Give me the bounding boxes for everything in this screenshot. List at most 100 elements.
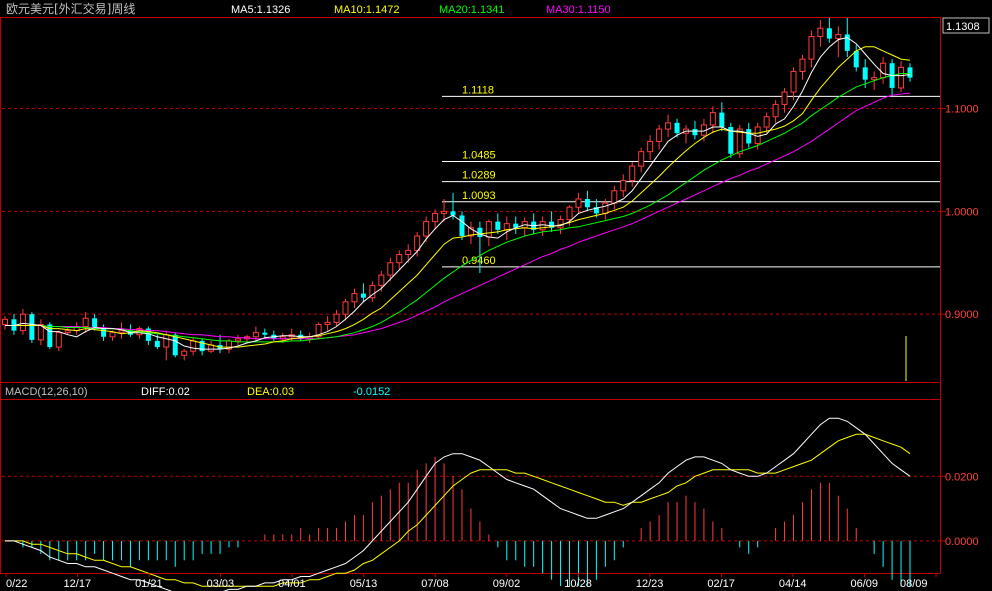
candle-body-up [808, 36, 815, 60]
candle-body-up [539, 221, 546, 231]
candle-body-up [629, 165, 636, 181]
ma20-label: MA20:1.1341 [439, 4, 504, 16]
candle-body-up [118, 330, 125, 334]
ma30-label: MA30:1.1150 [546, 4, 611, 16]
candle-body-down [172, 334, 178, 356]
candle-body-down [495, 221, 501, 230]
candle-body-up [234, 338, 241, 342]
x-tick-label: 09/02 [493, 578, 521, 590]
candle-body-up [333, 313, 340, 323]
candle-body-up [324, 321, 331, 325]
candle-body-up [252, 332, 259, 338]
candle-body-up [2, 318, 8, 325]
macd-tick-label: 0.0000 [945, 536, 979, 548]
ma30-line [5, 92, 911, 340]
candle-body-up [602, 202, 609, 214]
price-tick-label: 1.0000 [945, 206, 979, 218]
chart-title: 欧元美元[外汇交易]周线 [6, 1, 135, 16]
candle-body-up [835, 33, 842, 40]
candle-body-up [378, 274, 385, 286]
ma5-label: MA5:1.1326 [231, 4, 290, 16]
candle-body-up [620, 179, 627, 192]
candle-body-up [665, 122, 672, 130]
ma10-label: MA10:1.1472 [334, 4, 399, 16]
macd-dea-line [5, 433, 911, 587]
macd-tick-label: 0.0200 [945, 471, 979, 483]
candle-body-down [360, 293, 366, 298]
candle-body-up [709, 112, 716, 126]
candle-body-up [575, 198, 582, 208]
candle-body-up [503, 223, 510, 231]
candle-body-down [674, 122, 680, 134]
candle-body-up [763, 116, 770, 128]
level-label: 1.1118 [462, 84, 494, 96]
macd-label: MACD(12,26,10) [5, 386, 88, 398]
candle-body-up [19, 313, 26, 332]
x-tick-label: 04/14 [779, 578, 807, 590]
x-tick-label: 12/17 [64, 578, 92, 590]
candle-body-up [790, 70, 797, 93]
candle-body-down [853, 50, 859, 68]
candle-body-up [441, 210, 448, 214]
candle-body-down [692, 129, 698, 136]
candle-body-up [82, 317, 89, 327]
candle-body-down [826, 28, 832, 39]
level-label: 1.0093 [462, 190, 496, 202]
x-tick-label: 08/09 [900, 578, 928, 590]
ma10-line [5, 46, 911, 348]
x-tick-label: 06/09 [850, 578, 878, 590]
x-tick-label: 04/01 [278, 578, 306, 590]
candle-body-up [423, 221, 430, 237]
x-tick-label: 12/23 [636, 578, 664, 590]
candle-body-down [450, 211, 456, 216]
candle-body-up [351, 293, 358, 303]
candle-body-up [799, 58, 806, 72]
candle-body-down [907, 67, 913, 78]
candle-body-up [647, 140, 654, 153]
price-tick-label: 0.9000 [945, 309, 979, 321]
dea-label: DEA:0.03 [247, 386, 294, 398]
candle-body-up [566, 206, 573, 221]
candle-body-down [862, 67, 868, 80]
candle-body-up [656, 128, 663, 142]
candle-body-up [817, 27, 824, 38]
candle-body-up [64, 330, 71, 334]
candle-body-up [880, 62, 887, 79]
candle-body-down [844, 34, 850, 51]
price-tick-label: 1.1000 [945, 103, 979, 115]
macd-diff-line [5, 417, 911, 591]
candle-body-up [55, 332, 62, 348]
candle-body-down [101, 328, 107, 337]
x-tick-label: 10/28 [564, 578, 592, 590]
candle-body-up [485, 221, 492, 238]
x-tick-label: 0/22 [6, 578, 27, 590]
candle-body-down [719, 112, 725, 128]
chart-frame [0, 17, 941, 574]
diff-label: DIFF:0.02 [141, 386, 190, 398]
candle-body-up [387, 262, 394, 276]
candle-body-up [898, 66, 905, 89]
candle-body-up [342, 301, 349, 315]
candle-body-up [432, 212, 439, 223]
x-tick-label: 05/13 [350, 578, 378, 590]
candle-body-up [638, 151, 645, 167]
candle-body-up [163, 334, 170, 348]
candle-body-up [557, 219, 564, 229]
hist-label: -0.0152 [353, 386, 390, 398]
candle-body-down [584, 198, 590, 208]
candle-body-up [871, 77, 878, 81]
x-tick-label: 03/03 [207, 578, 235, 590]
candle-body-up [396, 254, 403, 264]
x-tick-label: 01/21 [135, 578, 163, 590]
forex-chart: 欧元美元[外汇交易]周线 MA5:1.1326 MA10:1.1472 MA20… [0, 1, 990, 591]
level-label: 1.0289 [462, 170, 496, 182]
candle-body-down [262, 332, 268, 335]
x-tick-label: 07/08 [421, 578, 449, 590]
candle-body-down [29, 314, 35, 340]
candle-body-up [781, 91, 788, 105]
level-label: 1.0485 [462, 149, 496, 161]
candle-body-up [208, 344, 215, 352]
x-tick-label: 02/17 [707, 578, 735, 590]
candle-body-up [190, 340, 197, 352]
current-price: 1.1308 [946, 21, 980, 33]
